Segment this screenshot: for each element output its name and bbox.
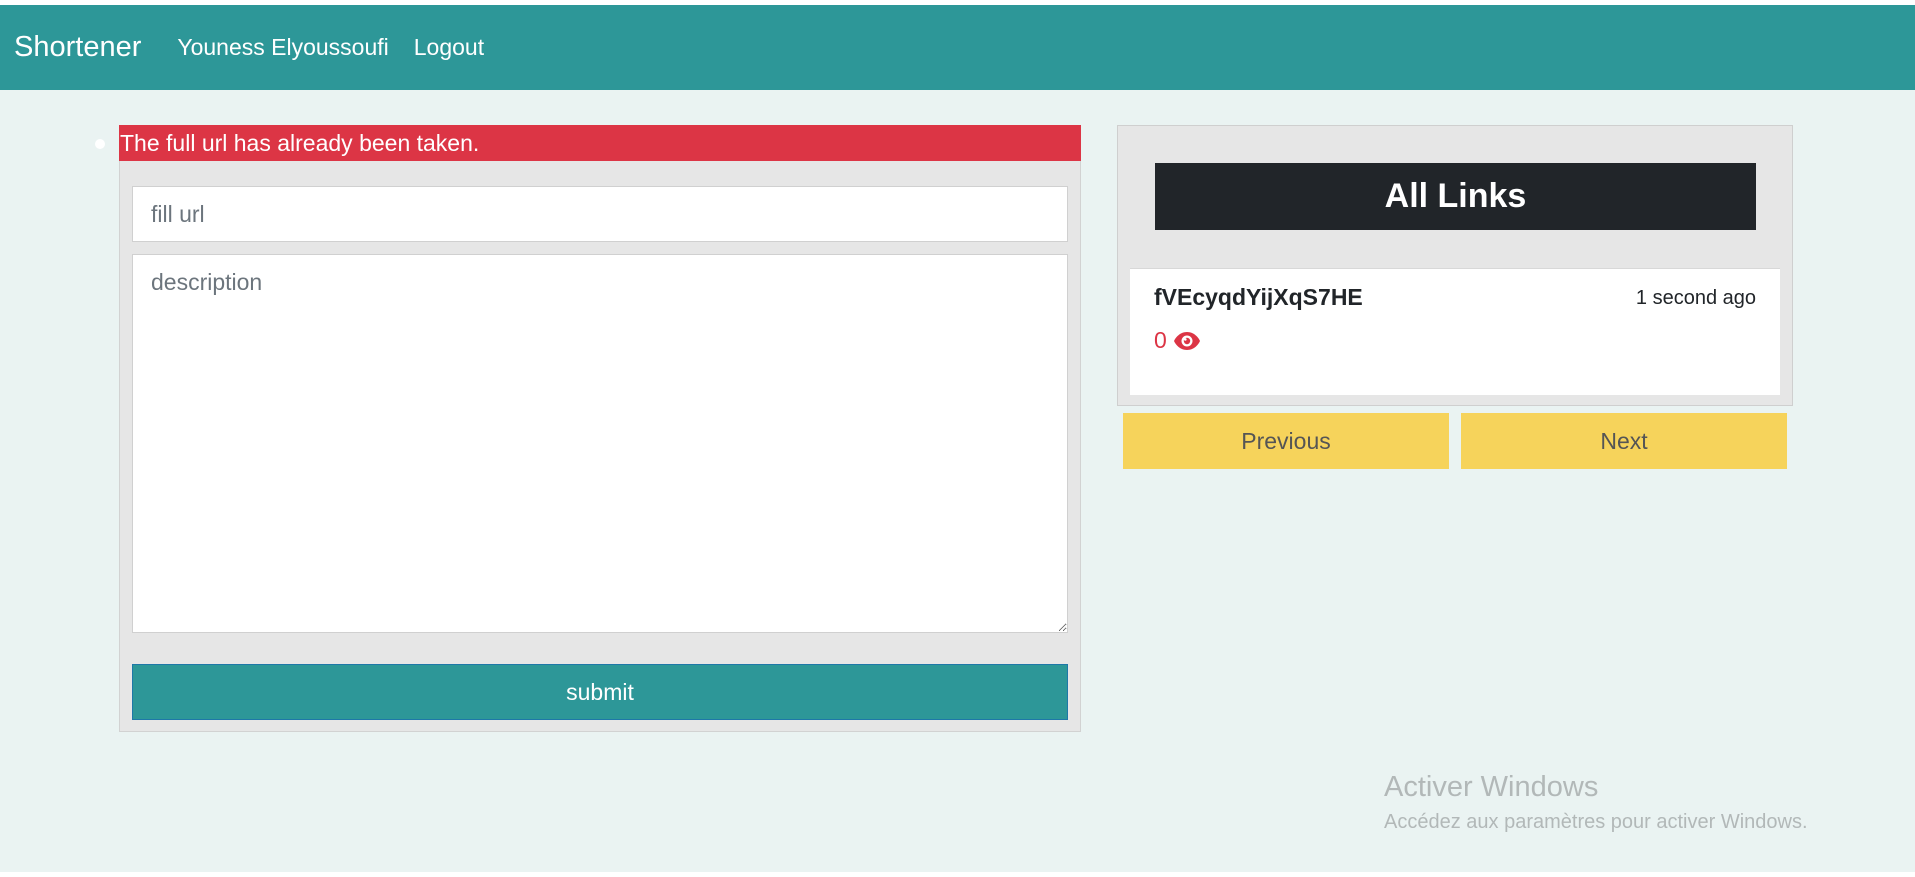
link-card: fVEcyqdYijXqS7HE 1 second ago 0 [1130,268,1780,395]
eye-icon [1173,331,1200,350]
navbar: Shortener Youness Elyoussoufi Logout [0,5,1915,90]
next-button[interactable]: Next [1461,413,1787,469]
submit-button[interactable]: submit [132,664,1068,720]
description-input[interactable] [132,254,1068,633]
brand-link[interactable]: Shortener [14,31,141,64]
link-views: 0 [1154,327,1201,354]
logout-link[interactable]: Logout [414,34,484,61]
previous-button[interactable]: Previous [1123,413,1449,469]
shorten-form: submit [119,161,1081,732]
links-panel: All Links fVEcyqdYijXqS7HE 1 second ago … [1117,125,1793,406]
windows-activation-subtitle: Accédez aux paramètres pour activer Wind… [1384,811,1808,833]
error-list-bullet [95,139,105,149]
error-message: The full url has already been taken. [119,125,1081,161]
views-count: 0 [1154,327,1167,353]
url-input[interactable] [132,186,1068,242]
bottom-border [0,872,1915,877]
link-code[interactable]: fVEcyqdYijXqS7HE [1154,284,1363,311]
link-time: 1 second ago [1635,287,1756,309]
windows-activation-title: Activer Windows [1384,771,1599,803]
links-header: All Links [1155,163,1756,230]
user-name-link[interactable]: Youness Elyoussoufi [177,34,388,61]
